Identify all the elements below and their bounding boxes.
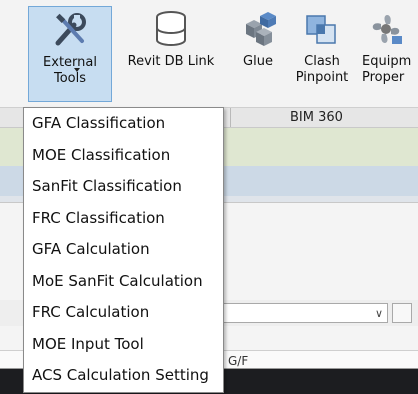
database-icon [156, 11, 186, 46]
menu-item-frc-classification[interactable]: FRC Classification [24, 203, 223, 235]
clash-label-2: Pinpoint [295, 70, 349, 85]
menu-item-acs-calculation-setting[interactable]: ACS Calculation Setting [24, 360, 223, 392]
external-tools-label-2: Tools [53, 71, 87, 86]
clash-pinpoint-button[interactable]: Clash Pinpoint [291, 6, 353, 102]
menu-item-moe-sanfit-calculation[interactable]: MoE SanFit Calculation [24, 266, 223, 298]
type-selector-dropdown[interactable]: ∨ [200, 303, 388, 323]
bim360-group-label: BIM 360 [290, 110, 343, 125]
revit-db-link-label: Revit DB Link [127, 54, 215, 69]
equipment-label-2: Proper [362, 70, 405, 85]
equipment-fan-icon [372, 15, 402, 44]
ribbon-panel: External Tools Revit DB Link Glue Clash … [0, 0, 418, 108]
menu-item-moe-classification[interactable]: MOE Classification [24, 140, 223, 172]
menu-item-gfa-classification[interactable]: GFA Classification [24, 108, 223, 140]
clash-pinpoint-icon [306, 15, 336, 44]
cubes-icon [246, 12, 276, 46]
group-separator [230, 108, 231, 127]
level-field-value: G/F [228, 354, 249, 368]
menu-item-moe-input-tool[interactable]: MOE Input Tool [24, 329, 223, 361]
chevron-down-icon: ∨ [374, 307, 383, 320]
external-tools-menu: GFA Classification MOE Classification Sa… [23, 107, 224, 393]
menu-item-sanfit-classification[interactable]: SanFit Classification [24, 171, 223, 203]
glue-label: Glue [243, 54, 273, 69]
tools-icon [55, 13, 86, 46]
equipment-properties-button[interactable]: Equipm Proper [362, 6, 418, 102]
external-tools-label-1: External [43, 55, 97, 70]
edit-type-button[interactable] [392, 303, 412, 323]
external-tools-button[interactable]: External Tools [28, 6, 112, 102]
clash-label-1: Clash [304, 54, 340, 69]
chevron-down-icon [74, 68, 80, 72]
menu-item-gfa-calculation[interactable]: GFA Calculation [24, 234, 223, 266]
equipment-label-1: Equipm [362, 54, 412, 69]
glue-button[interactable]: Glue [233, 6, 283, 102]
revit-db-link-button[interactable]: Revit DB Link [114, 6, 228, 102]
menu-item-frc-calculation[interactable]: FRC Calculation [24, 297, 223, 329]
